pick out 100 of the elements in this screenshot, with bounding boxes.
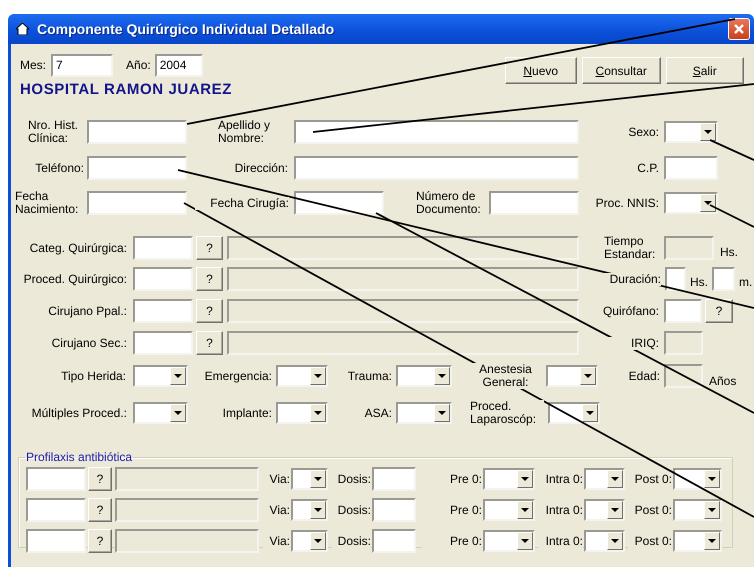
command-button[interactable]: Nuevo	[504, 57, 577, 84]
caret-icon	[584, 374, 592, 378]
caret-icon	[438, 374, 446, 378]
text-field[interactable]	[664, 364, 703, 388]
caret-icon	[314, 374, 322, 378]
text-field[interactable]	[294, 191, 384, 215]
dropdown-field[interactable]	[584, 468, 625, 490]
field-label: Pre 0:	[422, 534, 482, 548]
dropdown-field[interactable]	[291, 468, 328, 490]
caret-icon	[521, 477, 529, 481]
dropdown-field[interactable]	[546, 365, 598, 387]
text-field[interactable]	[26, 498, 86, 522]
dropdown-field[interactable]	[483, 530, 535, 552]
text-field[interactable]	[489, 191, 579, 215]
help-button[interactable]: ?	[88, 467, 112, 491]
text-field[interactable]	[294, 120, 579, 144]
command-button[interactable]: Consultar	[582, 57, 661, 84]
dropdown-field[interactable]	[664, 121, 718, 143]
dropdown-field[interactable]	[584, 499, 625, 521]
description-field[interactable]	[227, 236, 579, 260]
caret-icon	[174, 374, 182, 378]
dropdown-field[interactable]	[276, 365, 328, 387]
caret-icon	[314, 539, 322, 543]
caret-icon	[314, 411, 322, 415]
caret-icon	[704, 130, 712, 134]
field-label: Proced. Laparoscóp:	[470, 400, 544, 426]
caret-icon	[314, 508, 322, 512]
dropdown-field[interactable]	[133, 365, 188, 387]
text-field[interactable]: 7	[51, 54, 114, 76]
window-title: Componente Quirúrgico Individual Detallado	[37, 21, 334, 37]
text-field[interactable]	[26, 529, 86, 553]
help-button[interactable]: ?	[196, 299, 223, 323]
dropdown-field[interactable]	[584, 530, 625, 552]
caret-icon	[521, 539, 529, 543]
description-field[interactable]	[115, 467, 259, 491]
unit-label: Años	[709, 375, 736, 388]
description-field[interactable]	[227, 267, 579, 291]
caret-icon	[704, 201, 712, 205]
text-field[interactable]	[87, 156, 187, 180]
caret-icon	[611, 477, 619, 481]
caret-icon	[611, 508, 619, 512]
description-field[interactable]	[115, 498, 259, 522]
text-field[interactable]	[664, 156, 718, 180]
dropdown-field[interactable]	[673, 468, 722, 490]
text-field[interactable]	[133, 299, 193, 323]
help-button[interactable]: ?	[196, 331, 223, 355]
description-field[interactable]	[227, 331, 579, 355]
caret-icon	[174, 411, 182, 415]
text-field[interactable]	[87, 120, 187, 144]
text-field[interactable]	[133, 331, 193, 355]
text-field[interactable]	[372, 467, 416, 491]
group-title: Profilaxis antibiótica	[25, 450, 134, 464]
help-button[interactable]: ?	[88, 529, 112, 553]
caret-icon	[521, 508, 529, 512]
dropdown-field[interactable]	[483, 499, 535, 521]
text-field[interactable]: 2004	[154, 54, 203, 76]
caret-icon	[314, 477, 322, 481]
text-field[interactable]	[665, 267, 686, 291]
text-field[interactable]	[133, 267, 193, 291]
text-field[interactable]	[294, 156, 579, 180]
house-icon	[16, 23, 29, 35]
text-field[interactable]	[133, 236, 193, 260]
dropdown-field[interactable]	[396, 402, 452, 424]
caret-icon	[708, 477, 716, 481]
text-field[interactable]	[87, 191, 187, 215]
text-field[interactable]	[26, 467, 86, 491]
text-field[interactable]	[372, 498, 416, 522]
field-label: Año:	[126, 58, 151, 72]
text-field[interactable]	[664, 299, 702, 323]
field-label: Duración:	[604, 272, 661, 286]
hospital-name: HOSPITAL RAMON JUAREZ	[20, 80, 232, 98]
dropdown-field[interactable]	[291, 499, 328, 521]
dropdown-field[interactable]	[483, 468, 535, 490]
caret-icon	[708, 508, 716, 512]
help-button[interactable]: ?	[705, 299, 733, 323]
text-field[interactable]	[712, 267, 735, 291]
close-button[interactable]	[728, 18, 750, 40]
dropdown-field[interactable]	[276, 402, 328, 424]
help-button[interactable]: ?	[88, 498, 112, 522]
description-field[interactable]	[227, 299, 579, 323]
command-button[interactable]: Salir	[666, 57, 744, 84]
field-label: Fecha Cirugía:	[195, 196, 289, 210]
dropdown-field[interactable]	[664, 192, 718, 214]
text-field[interactable]	[664, 331, 703, 355]
dropdown-field[interactable]	[133, 402, 188, 424]
text-field[interactable]	[664, 236, 714, 260]
description-field[interactable]	[115, 529, 259, 553]
field-label: Mes:	[20, 58, 46, 72]
dropdown-field[interactable]	[291, 530, 328, 552]
field-label: Via:	[263, 534, 290, 548]
help-button[interactable]: ?	[196, 236, 223, 260]
dropdown-field[interactable]	[548, 402, 600, 424]
dropdown-field[interactable]	[673, 530, 722, 552]
field-label: Intra 0:	[538, 534, 583, 548]
caret-icon	[438, 411, 446, 415]
help-button[interactable]: ?	[196, 267, 223, 291]
dropdown-field[interactable]	[673, 499, 722, 521]
close-icon	[733, 23, 745, 35]
dropdown-field[interactable]	[396, 365, 452, 387]
text-field[interactable]	[372, 529, 416, 553]
